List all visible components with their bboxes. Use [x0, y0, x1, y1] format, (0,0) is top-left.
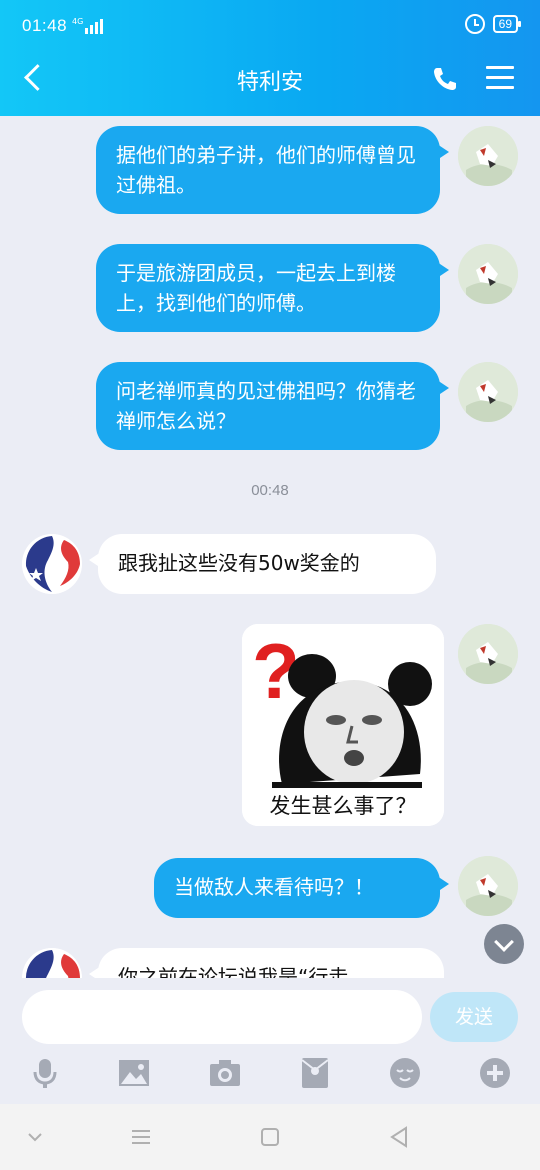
self-avatar-image	[458, 244, 518, 304]
message-bubble-self[interactable]: 于是旅游团成员，一起去上到楼上，找到他们的师傅。	[96, 244, 449, 332]
message-text: 于是旅游团成员，一起去上到楼上，找到他们的师傅。	[116, 261, 396, 315]
message-text: 你之前在论坛说我是“行走	[118, 965, 349, 978]
status-right: 69	[464, 14, 522, 34]
message-input[interactable]	[22, 990, 422, 1044]
message-text: 跟我扯这些没有50w奖金的	[118, 551, 360, 575]
more-button[interactable]	[478, 1056, 512, 1090]
self-avatar-image	[458, 856, 518, 916]
message-bubble-other[interactable]: 跟我扯这些没有50w奖金的	[89, 534, 436, 594]
message-bubble-self[interactable]: 问老禅师真的见过佛祖吗？你猜老禅师怎么说？	[96, 362, 449, 450]
send-button[interactable]: 发送	[430, 992, 518, 1042]
self-avatar-image	[458, 126, 518, 186]
phone-icon	[434, 68, 456, 90]
emoji-icon	[390, 1058, 420, 1088]
sticker-caption: 发生甚么事了？	[269, 794, 417, 818]
battery-level: 69	[498, 17, 512, 31]
contact-avatar[interactable]	[22, 534, 82, 594]
image-button[interactable]	[117, 1056, 151, 1090]
plus-icon	[480, 1058, 510, 1088]
microphone-icon	[33, 1059, 57, 1088]
network-type: 4G	[72, 17, 84, 26]
message-text: 问老禅师真的见过佛祖吗？你猜老禅师怎么说？	[116, 379, 416, 433]
self-avatar[interactable]	[458, 244, 518, 304]
red-packet-button[interactable]	[298, 1056, 332, 1090]
contact-avatar-image	[22, 948, 82, 978]
chevron-down-icon	[28, 1133, 42, 1142]
chat-area[interactable]: 据他们的弟子讲，他们的师傅曾见过佛祖。 于是旅游团成员，一起去上到楼上，找到他们…	[0, 116, 540, 978]
message-text: 当做敌人来看待吗？！	[174, 875, 374, 899]
menu-button[interactable]	[486, 66, 514, 92]
menu-icon	[132, 1130, 150, 1144]
self-avatar[interactable]	[458, 362, 518, 422]
emoji-button[interactable]	[388, 1056, 422, 1090]
camera-button[interactable]	[208, 1056, 242, 1090]
self-avatar[interactable]	[458, 624, 518, 684]
self-avatar[interactable]	[458, 126, 518, 186]
self-avatar-image	[458, 624, 518, 684]
contact-avatar[interactable]	[22, 948, 82, 978]
sticker-image[interactable]: ? 发生甚么事了？	[242, 624, 444, 826]
phone-call-button[interactable]	[430, 64, 460, 94]
scroll-to-bottom-button[interactable]	[484, 924, 524, 964]
nav-menu-button[interactable]	[128, 1124, 154, 1150]
system-navigation-bar	[0, 1104, 540, 1170]
image-icon	[119, 1060, 149, 1086]
battery-icon: 69	[492, 15, 522, 33]
back-triangle-icon	[390, 1126, 407, 1148]
header-bar: 01:48 4G 69 特利安	[0, 0, 540, 116]
input-toolbar	[0, 1056, 540, 1096]
message-bubble-other[interactable]: 你之前在论坛说我是“行走	[89, 948, 444, 978]
signal-icon: 4G	[72, 16, 104, 34]
self-avatar[interactable]	[458, 856, 518, 916]
message-bubble-self[interactable]: 据他们的弟子讲，他们的师傅曾见过佛祖。	[96, 126, 449, 214]
home-square-icon	[261, 1128, 279, 1146]
nav-home-button[interactable]	[257, 1124, 283, 1150]
self-avatar-image	[458, 362, 518, 422]
nav-collapse-button[interactable]	[22, 1124, 48, 1150]
alarm-icon	[464, 14, 485, 34]
input-bar: 发送	[0, 978, 540, 1104]
contact-avatar-image	[22, 534, 82, 594]
status-time: 01:48	[22, 16, 68, 35]
message-bubble-self[interactable]: 当做敌人来看待吗？！	[154, 858, 449, 918]
voice-button[interactable]	[28, 1056, 62, 1090]
message-text: 据他们的弟子讲，他们的师傅曾见过佛祖。	[116, 143, 416, 197]
camera-icon	[210, 1060, 240, 1086]
timestamp: 00:48	[251, 482, 289, 499]
red-packet-icon	[301, 1058, 329, 1088]
nav-back-button[interactable]	[386, 1124, 412, 1150]
